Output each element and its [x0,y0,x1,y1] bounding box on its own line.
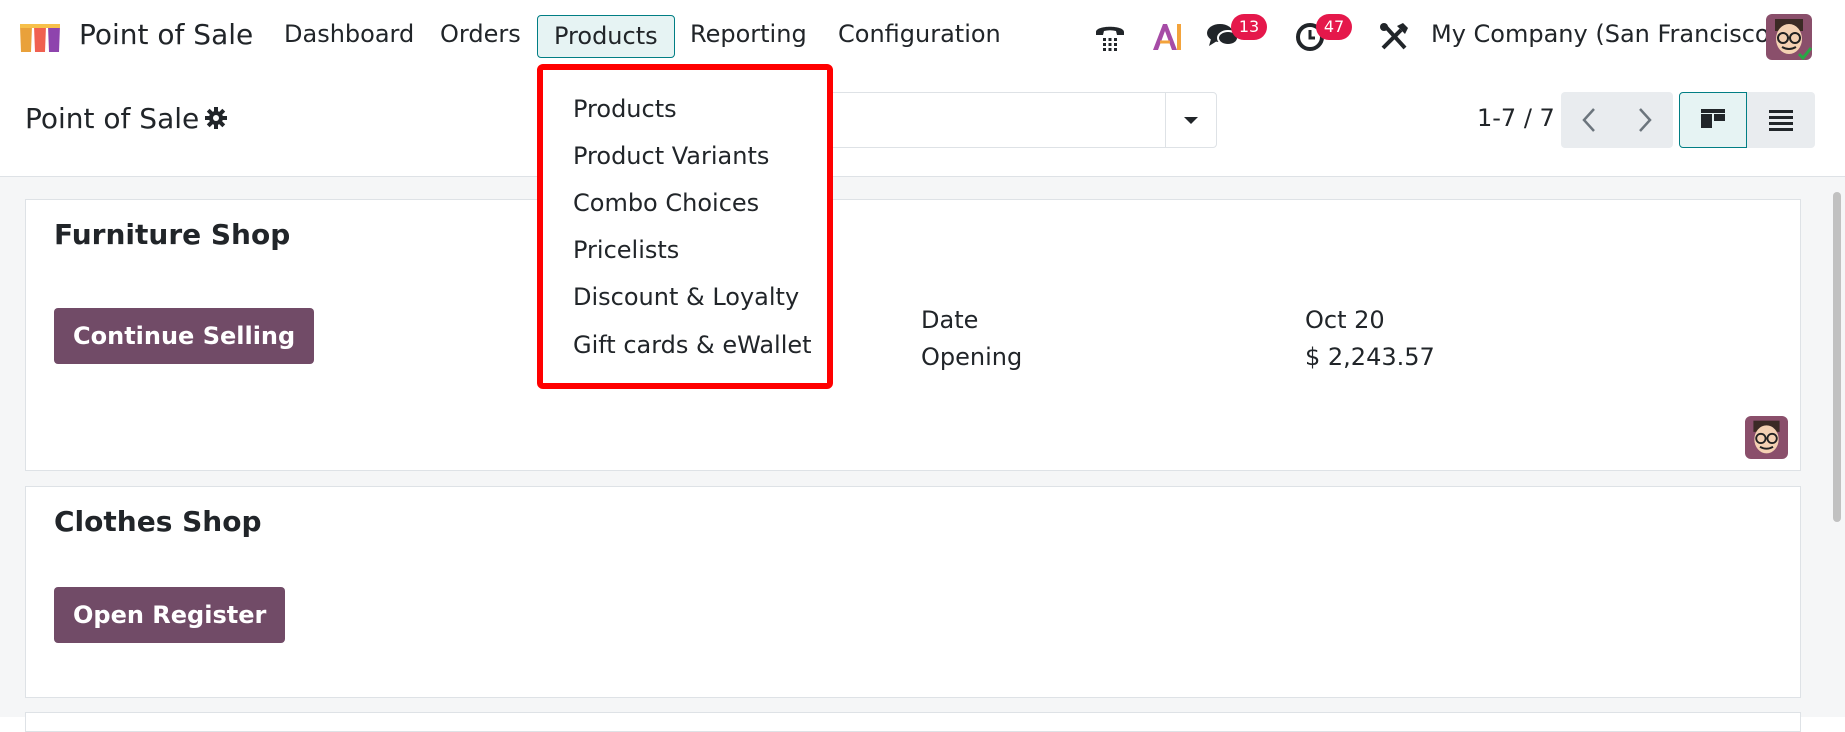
gear-icon[interactable] [205,107,227,129]
company-switcher[interactable]: My Company (San Francisco) [1431,20,1779,48]
pager-next-button[interactable] [1617,92,1673,148]
opening-label: Opening [921,343,1023,371]
messages-badge: 13 [1231,14,1267,40]
card-title: Furniture Shop [54,218,291,251]
kanban-card-furniture-shop[interactable]: Furniture Shop Continue Selling Date Oct… [25,199,1801,471]
products-dropdown-menu: Products Product Variants Combo Choices … [537,64,833,389]
menu-item-product-variants[interactable]: Product Variants [573,142,769,170]
kanban-card-next[interactable] [25,712,1801,732]
phone-icon[interactable] [1094,22,1126,52]
top-navbar: Point of Sale Dashboard Orders Products … [0,0,1845,74]
date-value: Oct 20 [1305,306,1385,334]
kanban-view-button[interactable] [1679,92,1747,148]
control-panel: Point of Sale 1-7 / 7 [0,74,1845,177]
menu-dashboard[interactable]: Dashboard [284,20,414,48]
scrollbar[interactable] [1833,192,1841,522]
tools-icon[interactable] [1379,22,1409,52]
menu-orders[interactable]: Orders [440,20,521,48]
page-title: Point of Sale [25,102,200,135]
kanban-card-clothes-shop[interactable]: Clothes Shop Open Register [25,486,1801,698]
menu-item-gift-cards-ewallet[interactable]: Gift cards & eWallet [573,331,812,359]
caret-down-icon [1184,117,1198,124]
menu-item-combo-choices[interactable]: Combo Choices [573,189,759,217]
pager-value[interactable]: 1-7 / 7 [1477,104,1555,132]
ai-icon[interactable] [1151,22,1183,52]
date-label: Date [921,306,979,334]
menu-item-pricelists[interactable]: Pricelists [573,236,679,264]
pos-logo[interactable] [18,22,66,54]
kanban-view: Furniture Shop Continue Selling Date Oct… [0,177,1845,732]
opening-value: $ 2,243.57 [1305,343,1435,371]
list-view-icon [1769,110,1793,131]
chevron-right-icon [1639,108,1652,132]
kanban-view-icon [1701,109,1725,128]
responsible-avatar[interactable] [1745,416,1788,459]
menu-item-products[interactable]: Products [573,95,677,123]
open-register-button[interactable]: Open Register [54,587,286,643]
app-title[interactable]: Point of Sale [79,18,253,51]
menu-products[interactable]: Products [537,15,675,58]
list-view-button[interactable] [1747,92,1815,148]
continue-selling-button[interactable]: Continue Selling [54,308,315,364]
search-options-toggle[interactable] [1165,93,1216,147]
pager-previous-button[interactable] [1561,92,1617,148]
activities-badge: 47 [1316,14,1352,40]
menu-item-discount-loyalty[interactable]: Discount & Loyalty [573,283,799,311]
user-avatar[interactable] [1766,14,1812,60]
card-title: Clothes Shop [54,505,262,538]
menu-reporting[interactable]: Reporting [690,20,807,48]
chevron-left-icon [1582,108,1595,132]
menu-configuration[interactable]: Configuration [838,20,1001,48]
